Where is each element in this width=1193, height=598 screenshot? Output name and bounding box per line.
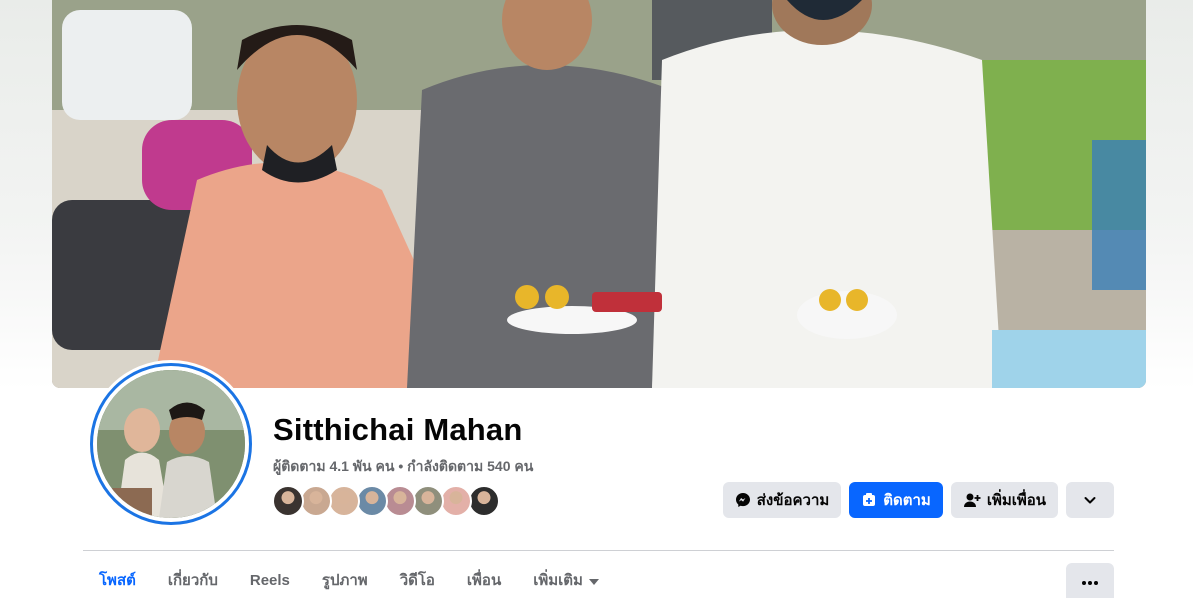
tab-1[interactable]: เกี่ยวกับ (152, 562, 234, 598)
message-button[interactable]: ส่งข้อความ (722, 482, 842, 518)
cover-photo[interactable] (52, 0, 1146, 388)
friend-avatar[interactable] (412, 485, 444, 517)
friend-avatar[interactable] (440, 485, 472, 517)
profile-avatar[interactable] (87, 360, 255, 528)
add-friend-label: เพิ่มเพื่อน (986, 492, 1046, 509)
friend-avatar[interactable] (272, 485, 304, 517)
friend-avatar[interactable] (468, 485, 500, 517)
friend-avatar[interactable] (384, 485, 416, 517)
friend-avatar[interactable] (300, 485, 332, 517)
profile-tabs: โพสต์ เกี่ยวกับ Reels รูปภาพ วิดีโอ เพื่อน เพิ… (83, 562, 615, 598)
tab-label: เกี่ยวกับ (167, 572, 218, 589)
chevron-down-icon (1083, 493, 1097, 507)
tab-label: เพิ่มเติม (533, 572, 583, 589)
expand-actions-button[interactable] (1066, 482, 1114, 518)
tab-4[interactable]: วิดีโอ (384, 562, 451, 598)
follower-stats[interactable]: ผู้ติดตาม 4.1 พัน คน • กำลังติดตาม 540 ค… (273, 456, 533, 478)
follow-label: ติดตาม (883, 492, 931, 509)
avatar-photo (97, 370, 245, 518)
tab-label: โพสต์ (99, 572, 136, 589)
tab-5[interactable]: เพื่อน (451, 562, 517, 598)
profile-name: Sitthichai Mahan (273, 412, 523, 447)
avatar-border (90, 363, 252, 525)
message-label: ส่งข้อความ (756, 492, 830, 509)
tabs-overflow-button[interactable] (1066, 563, 1114, 598)
tabs-divider (83, 550, 1114, 551)
add-friend-button[interactable]: เพิ่มเพื่อน (950, 482, 1058, 518)
tab-label: วิดีโอ (399, 572, 435, 589)
messenger-icon (735, 492, 751, 508)
tab-3[interactable]: รูปภาพ (306, 562, 384, 598)
tab-label: รูปภาพ (321, 572, 368, 589)
friend-avatar[interactable] (328, 485, 360, 517)
tab-0[interactable]: โพสต์ (83, 562, 152, 598)
caret-down-icon (588, 572, 599, 589)
follow-icon (861, 492, 877, 508)
profile-actions: ส่งข้อความ ติดตาม เพิ่มเพื่อน (722, 482, 1114, 518)
friends-preview[interactable] (272, 485, 500, 519)
tab-label: Reels (249, 571, 290, 589)
more-dots-icon (1082, 572, 1098, 590)
tab-label: เพื่อน (466, 572, 502, 589)
tab-2[interactable]: Reels (234, 562, 306, 598)
friend-avatar[interactable] (356, 485, 388, 517)
add-friend-icon (963, 492, 981, 508)
follow-button[interactable]: ติดตาม (849, 482, 943, 518)
tab-6[interactable]: เพิ่มเติม (517, 562, 615, 598)
